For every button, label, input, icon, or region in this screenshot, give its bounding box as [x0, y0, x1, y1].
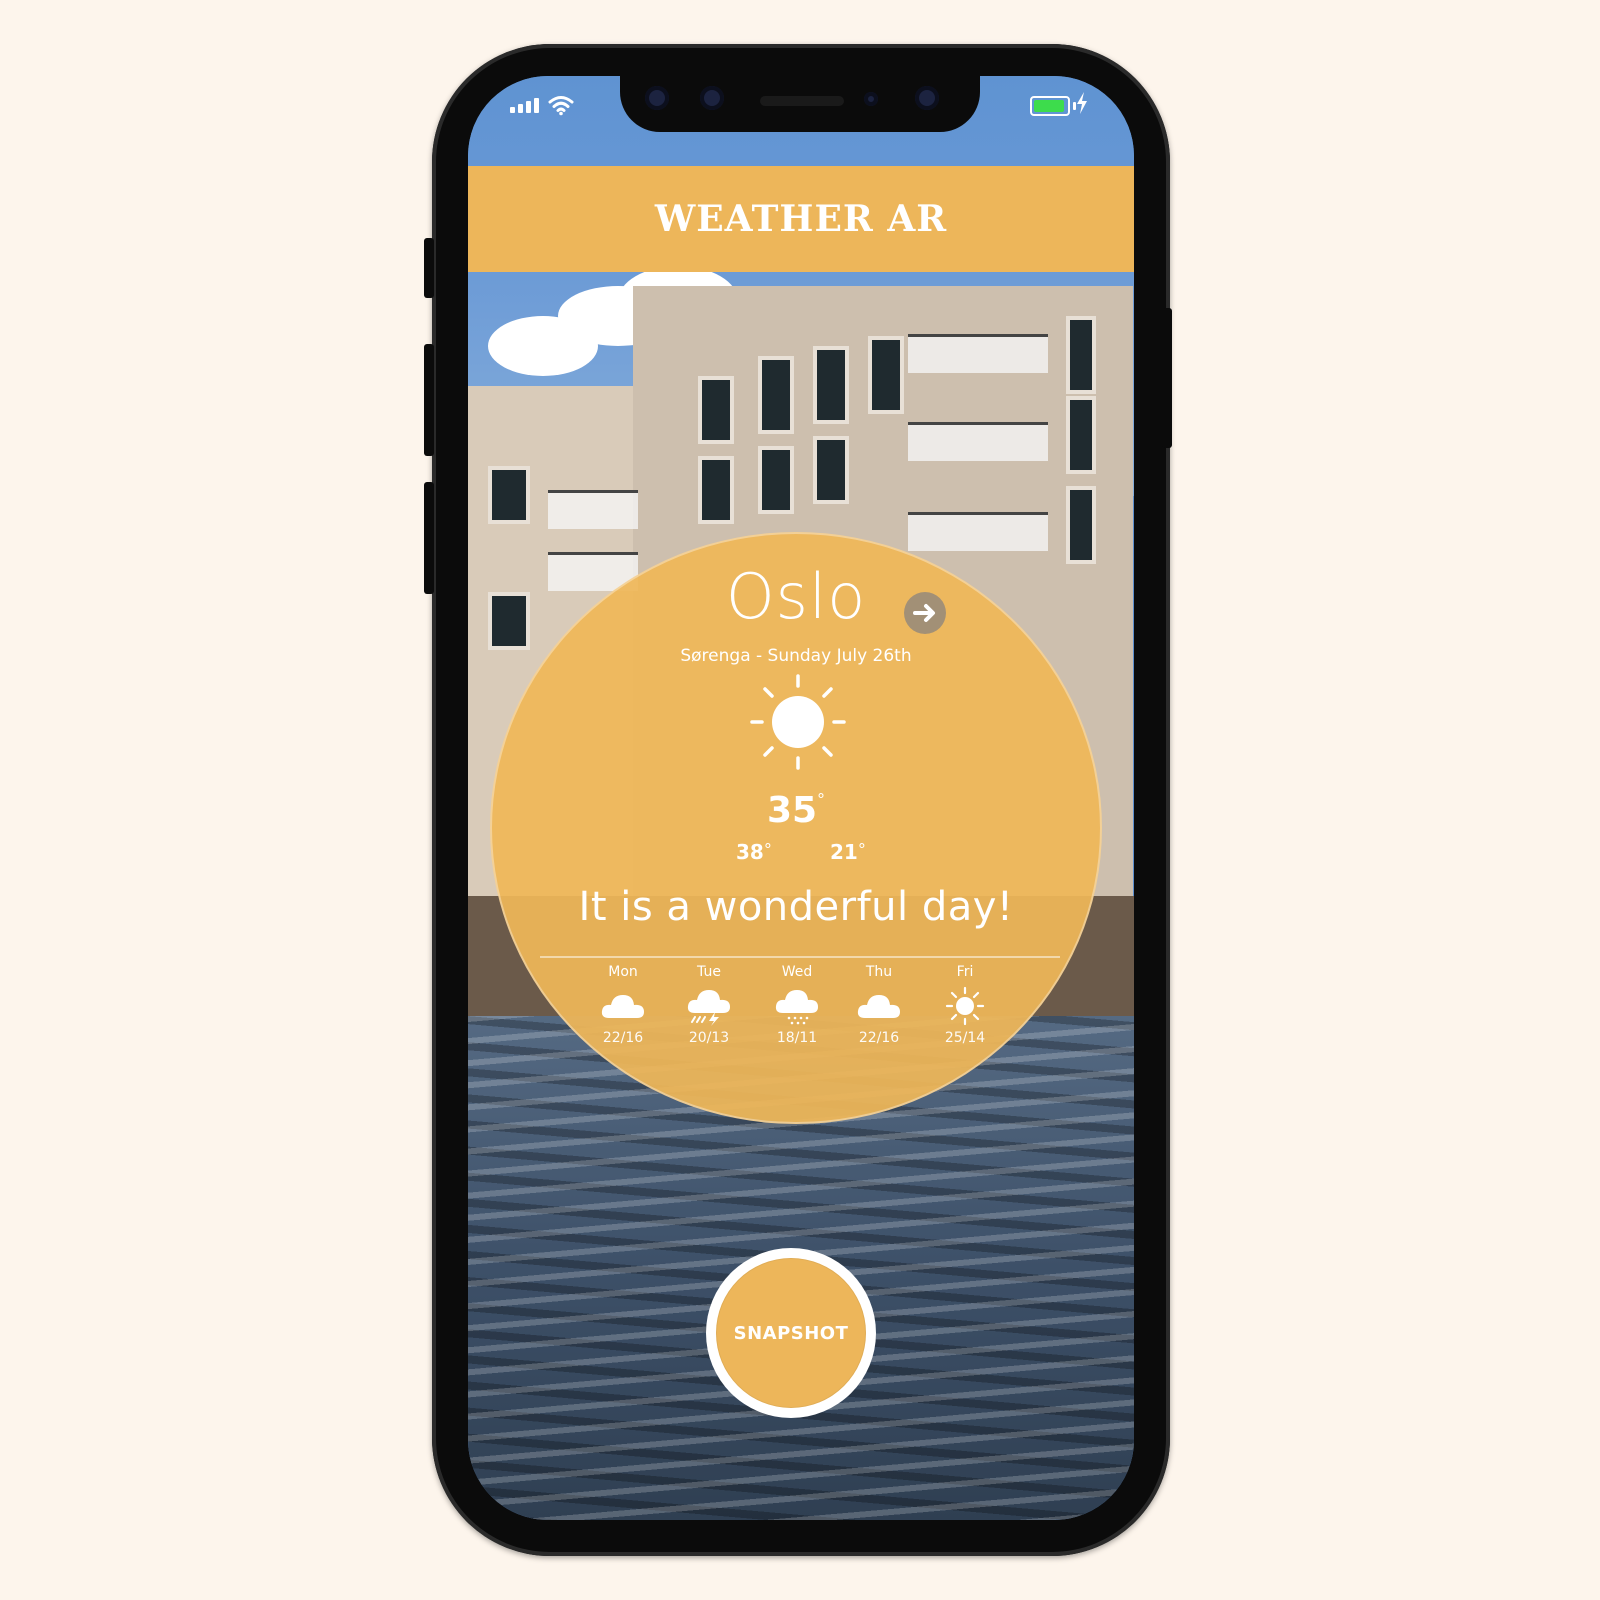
- app-header: WEATHER AR: [468, 166, 1134, 272]
- forecast-list: Mon 22/16 Tue 20/13 Wed 18/11 Thu 22/16 …: [588, 964, 1008, 1064]
- balcony: [908, 334, 1048, 373]
- thunderstorm-icon: [687, 990, 730, 1026]
- weather-message: It is a wonderful day!: [578, 884, 1014, 930]
- snow-cloud-icon: [775, 990, 818, 1025]
- window: [813, 436, 849, 504]
- camera-icon: [915, 86, 939, 110]
- balcony: [548, 490, 638, 529]
- forecast-range: 22/16: [602, 1030, 644, 1046]
- forecast-day: Mon 22/16: [588, 964, 658, 1046]
- forecast-day-name: Fri: [956, 964, 974, 980]
- current-temperature: 35°: [766, 790, 826, 831]
- next-location-button[interactable]: [904, 592, 946, 634]
- power-button: [1162, 308, 1172, 448]
- speaker-grille: [760, 96, 844, 106]
- cloud-icon: [857, 995, 900, 1018]
- volume-down-button: [424, 482, 434, 594]
- battery-icon: [1030, 96, 1070, 116]
- app-title: WEATHER AR: [654, 198, 948, 240]
- forecast-day: Fri 25/14: [930, 964, 1000, 1046]
- forecast-day: Tue 20/13: [674, 964, 744, 1046]
- window: [1066, 396, 1096, 474]
- cloud-icon: [601, 995, 644, 1018]
- snapshot-button-inner[interactable]: SNAPSHOT: [716, 1258, 866, 1408]
- forecast-day-name: Mon: [608, 964, 638, 980]
- forecast-range: 18/11: [776, 1030, 818, 1046]
- window: [1066, 316, 1096, 394]
- balcony: [908, 512, 1048, 551]
- forecast-range: 25/14: [944, 1030, 986, 1046]
- sun-icon: [945, 986, 985, 1026]
- window: [698, 456, 734, 524]
- window: [758, 446, 794, 514]
- forecast-day-name: Wed: [781, 964, 813, 980]
- window: [698, 376, 734, 444]
- window: [813, 346, 849, 424]
- forecast-range: 22/16: [858, 1030, 900, 1046]
- forecast-day-name: Thu: [865, 964, 893, 980]
- forecast-day: Thu 22/16: [844, 964, 914, 1046]
- camera-icon: [700, 86, 724, 110]
- camera-icon: [864, 92, 878, 106]
- charging-bolt-icon: [1077, 92, 1087, 114]
- balcony: [908, 422, 1048, 461]
- snapshot-button[interactable]: SNAPSHOT: [706, 1248, 876, 1418]
- volume-up-button: [424, 344, 434, 456]
- forecast-day-name: Tue: [697, 964, 721, 980]
- window: [758, 356, 794, 434]
- window: [488, 466, 530, 524]
- mute-switch: [424, 238, 434, 298]
- forecast-range: 20/13: [688, 1030, 730, 1046]
- forecast-day: Wed 18/11: [762, 964, 832, 1046]
- signal-icon: [510, 98, 539, 113]
- city-name: Oslo: [725, 560, 867, 633]
- window: [1066, 486, 1096, 564]
- high-temperature: 38°: [736, 840, 772, 864]
- camera-icon: [645, 86, 669, 110]
- low-temperature: 21°: [830, 840, 866, 864]
- location-date: Sørenga - Sunday July 26th: [680, 646, 912, 666]
- cloud: [488, 316, 598, 376]
- sun-icon: [750, 674, 846, 770]
- weather-card: Oslo Sørenga - Sunday July 26th 35° 38° …: [490, 532, 1102, 1124]
- wifi-icon: [548, 96, 574, 116]
- divider: [540, 956, 1060, 958]
- screen: WEATHER AR Oslo Sørenga - Sunday July 26…: [468, 76, 1134, 1520]
- snapshot-label: SNAPSHOT: [733, 1322, 849, 1344]
- window: [868, 336, 904, 414]
